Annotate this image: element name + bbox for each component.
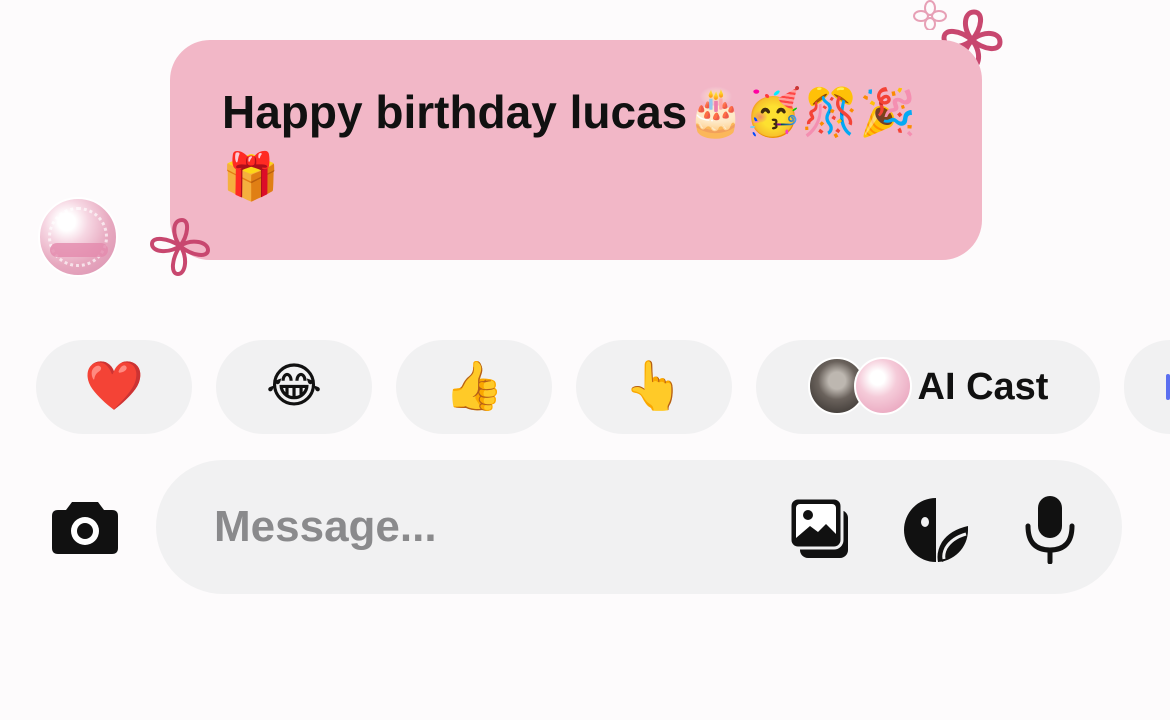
microphone-icon — [1025, 496, 1075, 565]
gallery-button[interactable] — [786, 494, 856, 569]
cast-avatars — [807, 357, 912, 417]
thumbs-up-icon: 👍 — [444, 360, 504, 413]
more-reactions-button[interactable] — [1124, 340, 1170, 434]
voice-message-button[interactable] — [1022, 494, 1078, 569]
sender-avatar[interactable] — [38, 197, 118, 277]
gallery-icon — [788, 496, 848, 558]
pointing-up-icon: 👆 — [624, 360, 684, 413]
reaction-heart-button[interactable]: ❤️ — [36, 340, 192, 434]
message-bubble[interactable]: Happy birthday lucas🎂🥳🎊🎉🎁 — [170, 40, 982, 260]
reaction-laugh-button[interactable]: 😂 — [216, 340, 372, 434]
ai-cast-label: AI Cast — [917, 365, 1049, 408]
sticker-icon — [904, 498, 968, 562]
sticker-button[interactable] — [902, 496, 970, 569]
ai-cast-button[interactable]: AI Cast — [756, 340, 1100, 434]
message-text: Happy birthday lucas🎂🥳🎊🎉🎁 — [222, 86, 917, 202]
message-composer — [156, 460, 1122, 594]
reaction-thumbs-up-button[interactable]: 👍 — [396, 340, 552, 434]
reaction-point-button[interactable]: 👆 — [576, 340, 732, 434]
avatar-decoration — [50, 243, 108, 257]
message-input[interactable] — [212, 496, 736, 558]
avatar — [853, 357, 912, 415]
avatar-decoration — [48, 207, 108, 267]
partial-icon — [1166, 374, 1170, 400]
camera-icon — [52, 502, 118, 554]
flower-doodle-icon — [150, 218, 210, 276]
tears-of-joy-icon: 😂 — [265, 360, 323, 413]
heart-icon: ❤️ — [84, 360, 144, 413]
camera-button[interactable] — [50, 496, 120, 556]
